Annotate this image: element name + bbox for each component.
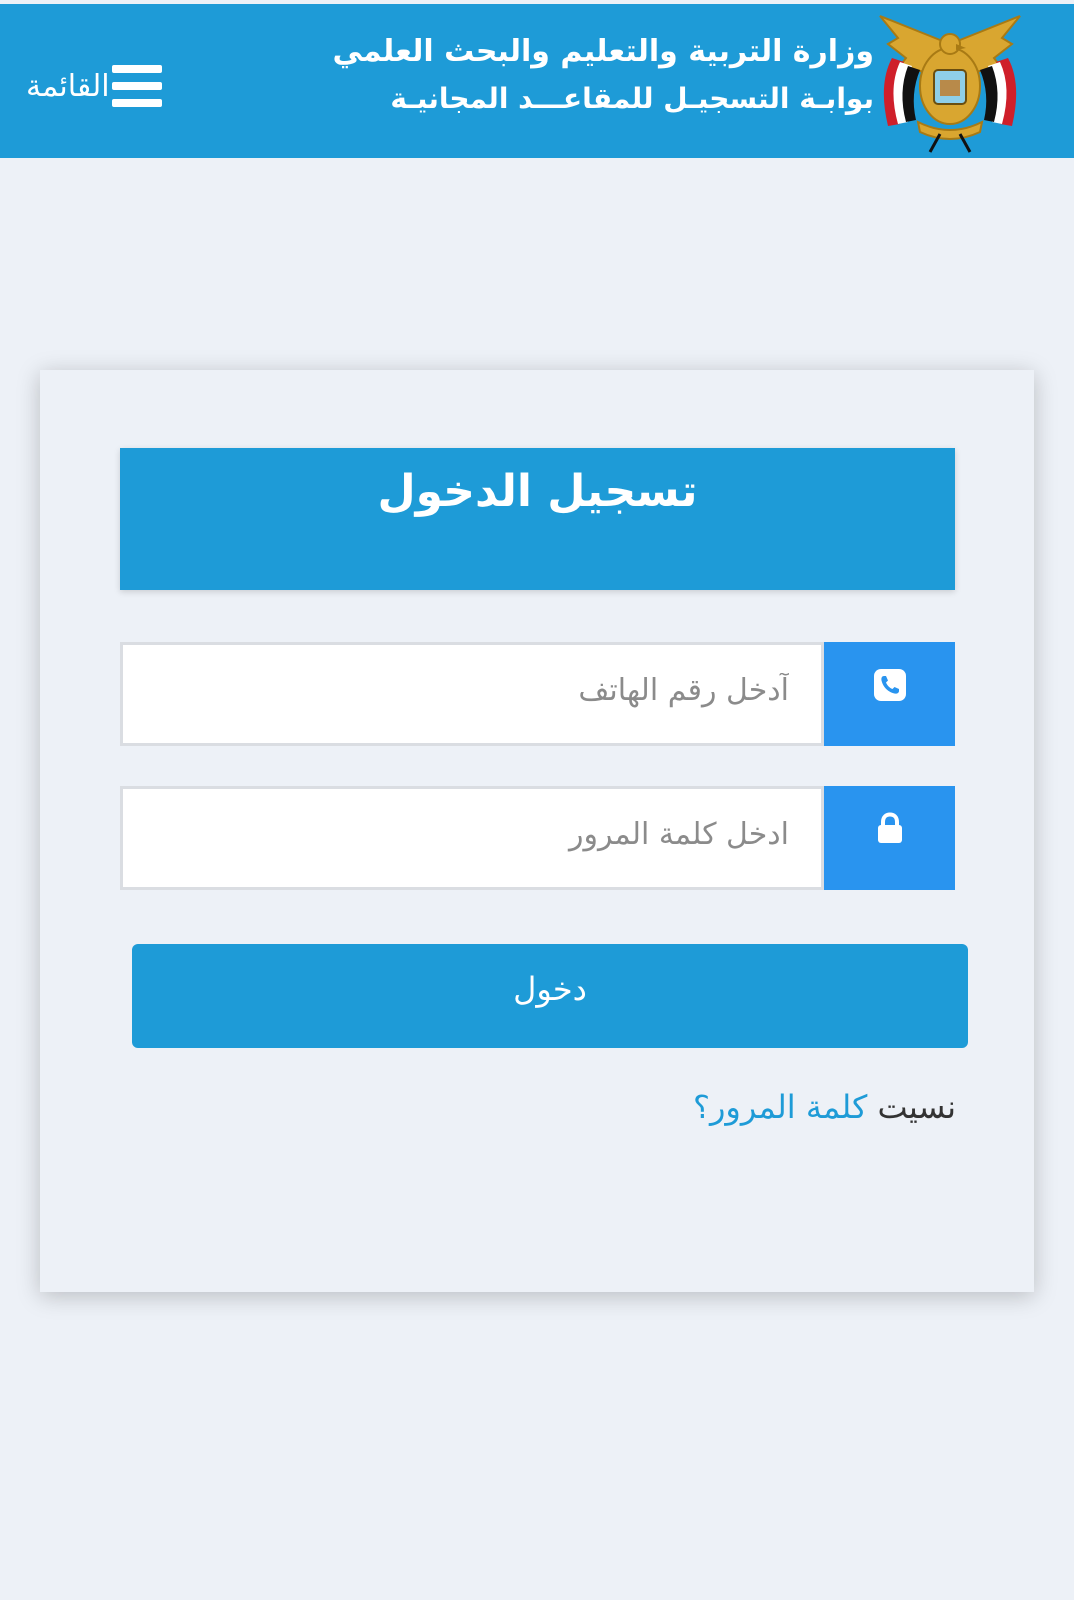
- login-button[interactable]: دخول: [132, 944, 968, 1048]
- brand-text: وزارة التربية والتعليم والبحث العلمي بوا…: [332, 28, 874, 122]
- ministry-name: وزارة التربية والتعليم والبحث العلمي: [332, 34, 874, 69]
- phone-icon: [873, 669, 906, 701]
- national-emblem-logo: [879, 15, 1021, 153]
- forgot-password-link[interactable]: كلمة المرور؟: [693, 1088, 867, 1126]
- menu-toggle[interactable]: القائمة: [26, 60, 162, 112]
- menu-label[interactable]: القائمة: [26, 69, 110, 104]
- portal-name: بوابـة التسجيـل للمقاعـــد المجانيـة: [390, 82, 874, 115]
- lock-icon: [877, 812, 902, 843]
- password-input[interactable]: [120, 786, 824, 890]
- top-header: القائمة وزارة التربية والتعليم والبحث ال…: [0, 4, 1074, 158]
- password-input-group: [120, 786, 955, 890]
- forgot-password: نسيت كلمة المرور؟: [693, 1088, 956, 1126]
- phone-addon: [824, 642, 955, 746]
- login-title: تسجيل الدخول: [377, 466, 698, 517]
- password-addon: [824, 786, 955, 890]
- login-title-box: تسجيل الدخول: [120, 448, 955, 590]
- phone-input[interactable]: [120, 642, 824, 746]
- forgot-prefix: نسيت: [867, 1088, 956, 1126]
- login-card: تسجيل الدخول دخول نسيت كلمة المرور؟: [40, 370, 1034, 1292]
- phone-input-group: [120, 642, 955, 746]
- hamburger-menu-icon[interactable]: [111, 65, 162, 107]
